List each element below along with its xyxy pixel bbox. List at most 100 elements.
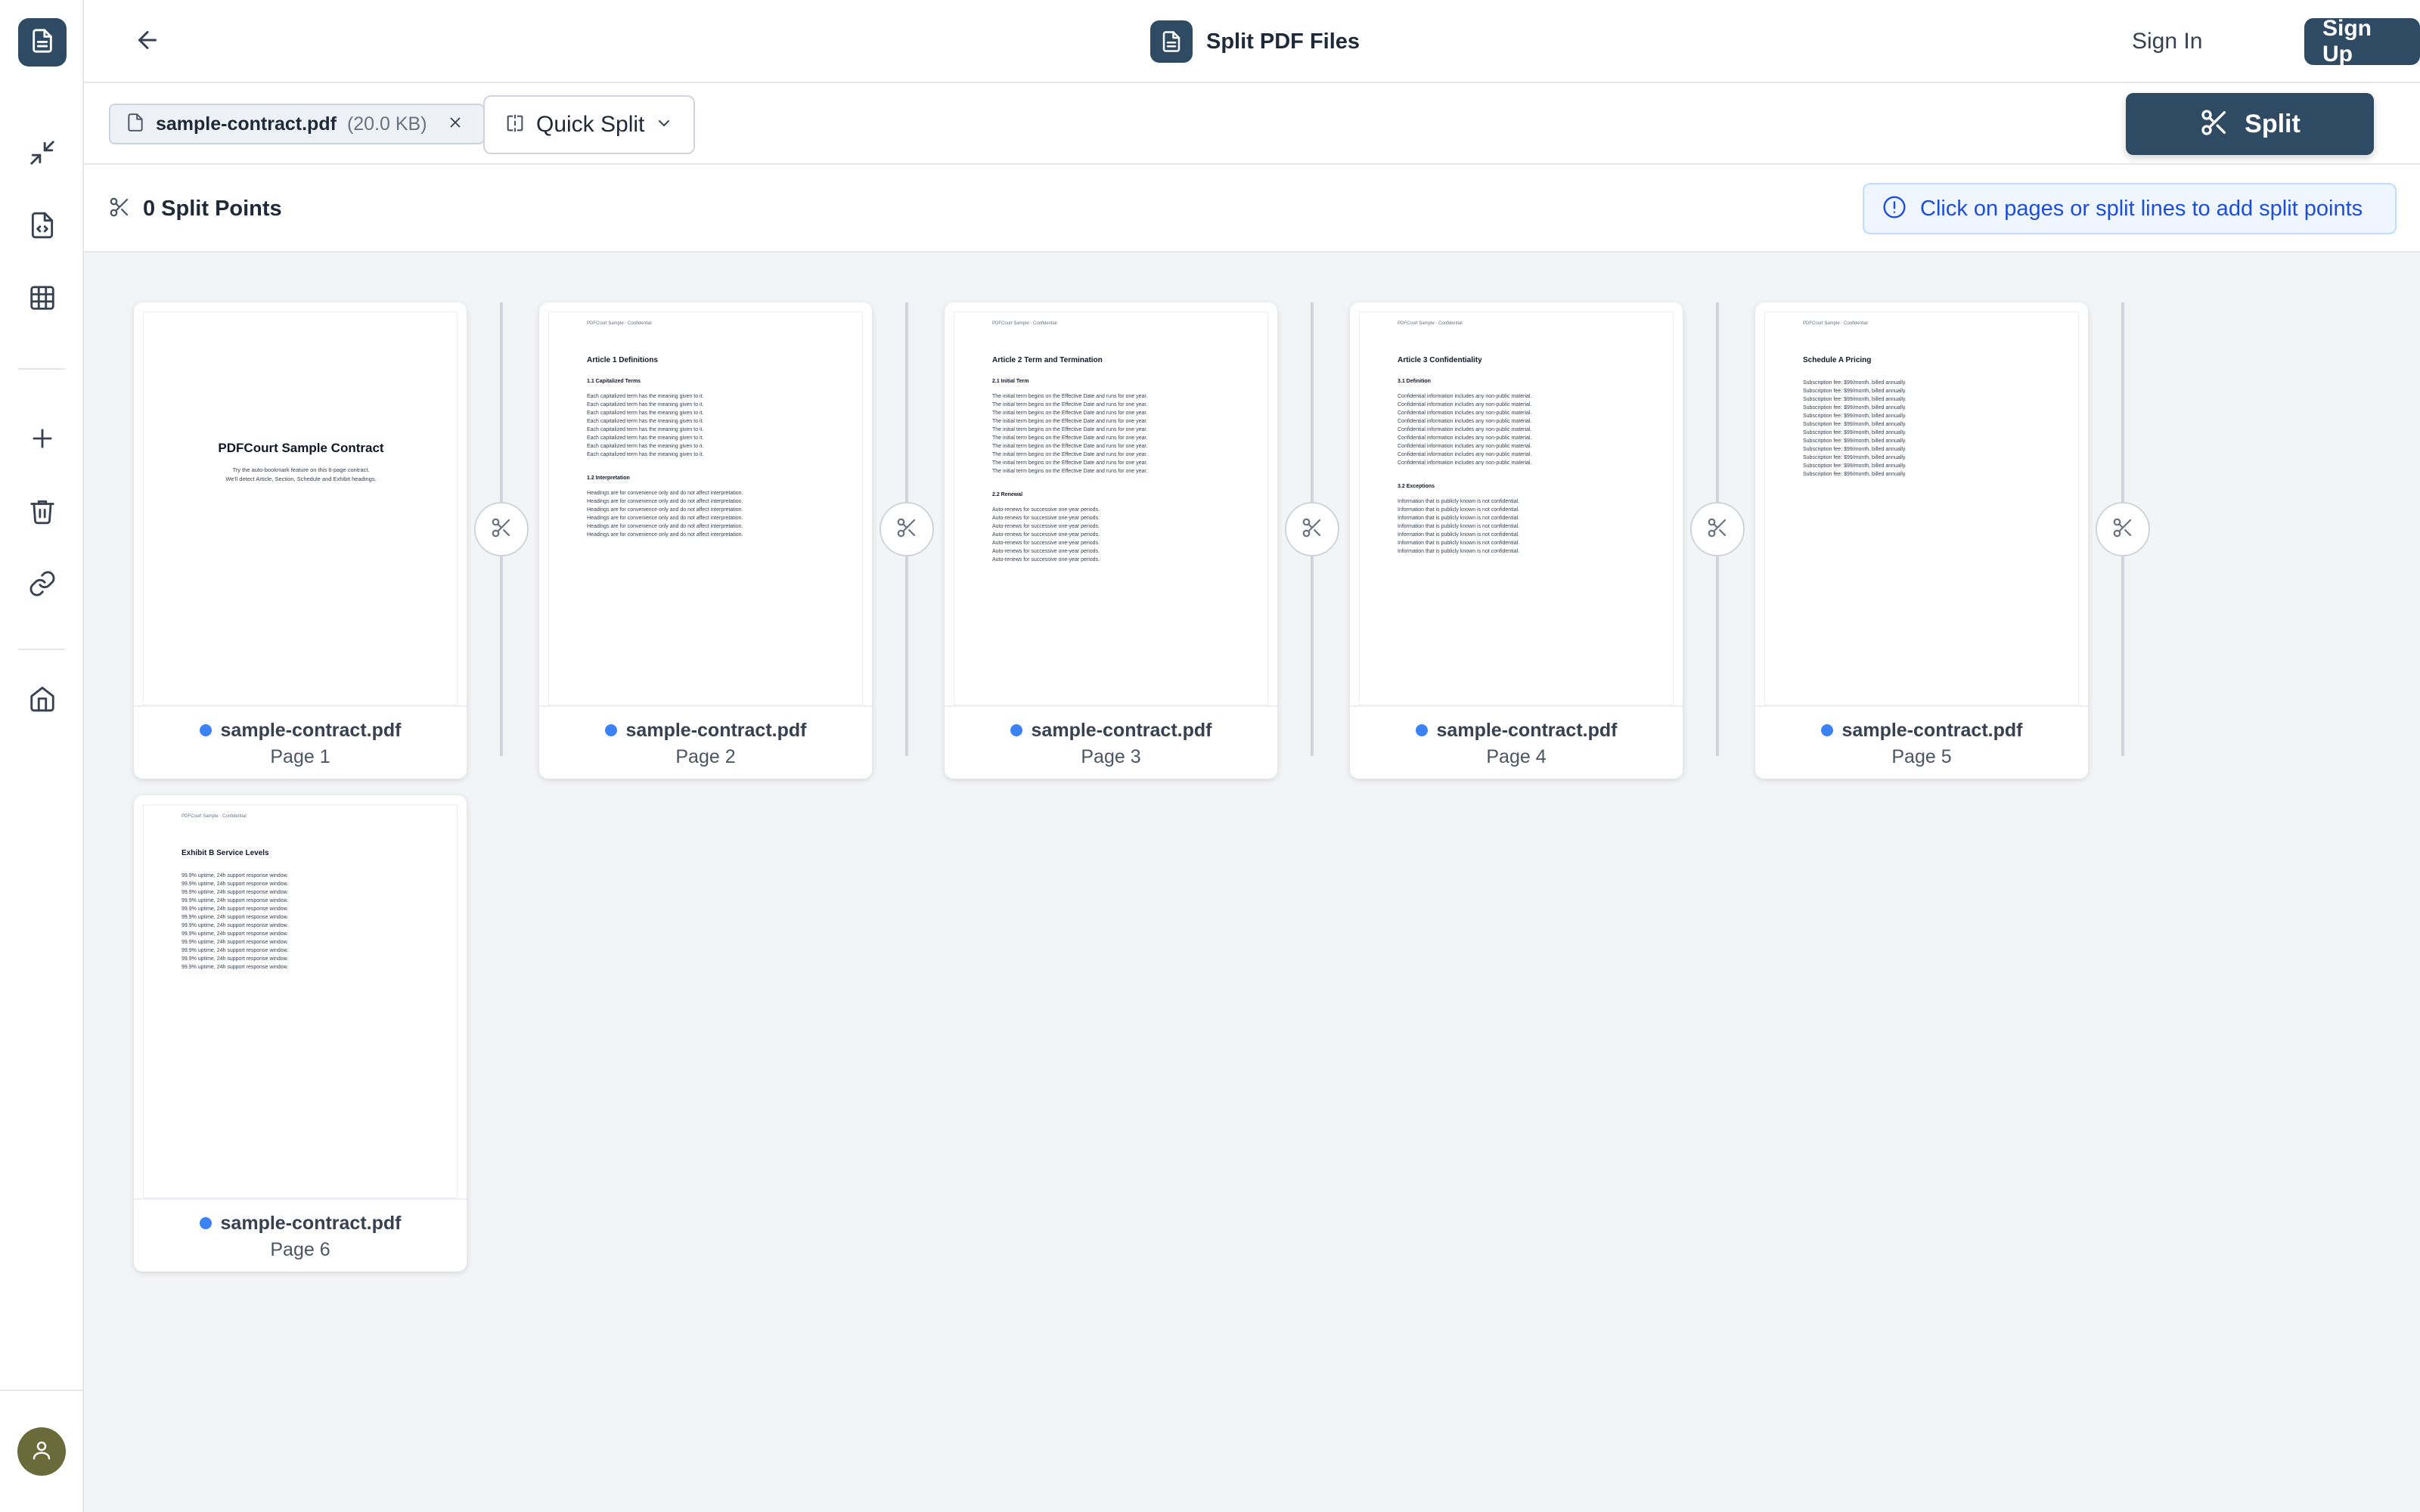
page-number-label: Page 3 xyxy=(1081,746,1141,767)
page-thumbnail: PDFCourt Sample · Confidential Article 2 … xyxy=(954,311,1268,705)
file-color-dot xyxy=(1010,724,1022,736)
split-button[interactable]: Split xyxy=(2126,93,2374,155)
page-card-footer: sample-contract.pdf Page 4 xyxy=(1350,705,1683,779)
thumbnail-text: Headings are for convenience only and do… xyxy=(587,491,743,538)
thumbnail-text: The initial term begins on the Effective… xyxy=(992,394,1148,474)
thumbnail-text: Try the auto-bookmark feature on this 6-… xyxy=(225,466,377,482)
page-card-footer: sample-contract.pdf Page 3 xyxy=(945,705,1277,779)
compress-tool-button[interactable] xyxy=(21,133,64,175)
page-card[interactable]: PDFCourt Sample Contract Try the auto-boo… xyxy=(134,302,467,779)
sign-up-button[interactable]: Sign Up xyxy=(2304,16,2420,67)
thumbnail-header: PDFCourt Sample · Confidential xyxy=(587,321,652,326)
thumbnail-section-title: 2.1 Initial Term xyxy=(992,379,1029,384)
chevron-down-icon xyxy=(655,114,673,136)
delete-button[interactable] xyxy=(21,491,64,534)
file-name: sample-contract.pdf xyxy=(156,113,337,135)
thumbnail-text: 99.9% uptime, 24h support response windo… xyxy=(182,873,289,970)
split-mode-dropdown[interactable]: Quick Split xyxy=(483,95,695,154)
add-split-point-button[interactable] xyxy=(1690,502,1745,556)
page-number-label: Page 5 xyxy=(1891,746,1952,767)
page-file-row: sample-contract.pdf xyxy=(134,1210,467,1236)
link-icon xyxy=(28,569,57,602)
add-button[interactable] xyxy=(21,419,64,461)
page-file-name: sample-contract.pdf xyxy=(625,719,807,741)
sidebar xyxy=(0,0,84,1512)
thumbnail-text: Subscription fee: $99/month, billed annu… xyxy=(1803,380,1907,477)
home-icon xyxy=(28,684,57,717)
hint-banner: Click on pages or split lines to add spl… xyxy=(1863,183,2397,234)
file-icon xyxy=(126,113,145,136)
thumbnail-text: Confidential information includes any no… xyxy=(1398,394,1532,466)
page-file-name: sample-contract.pdf xyxy=(1436,719,1618,741)
document-icon xyxy=(29,28,55,57)
page-number-label: Page 1 xyxy=(270,746,330,767)
page-thumbnail: PDFCourt Sample · Confidential Exhibit B … xyxy=(143,804,458,1198)
link-button[interactable] xyxy=(21,564,64,606)
thumbnail-section-title: 1.2 Interpretation xyxy=(587,476,630,481)
split-points-label: 0 Split Points xyxy=(143,196,282,221)
split-mode-label: Quick Split xyxy=(536,112,645,137)
file-color-dot xyxy=(1415,724,1428,736)
hint-text: Click on pages or split lines to add spl… xyxy=(1920,196,2363,221)
file-toolbar: sample-contract.pdf (20.0 KB) Quick Spli… xyxy=(84,83,2420,165)
page-file-row: sample-contract.pdf xyxy=(1755,717,2088,743)
sign-in-button[interactable]: Sign In xyxy=(2118,18,2216,65)
page-card-footer: sample-contract.pdf Page 1 xyxy=(134,705,467,779)
file-color-dot xyxy=(604,724,617,736)
page-card[interactable]: PDFCourt Sample · Confidential Article 1 … xyxy=(539,302,872,779)
arrow-left-icon xyxy=(134,26,161,57)
page-title: Split PDF Files xyxy=(1206,29,1360,54)
thumbnail-section-title: 3.2 Exceptions xyxy=(1398,484,1435,489)
page-number-label: Page 6 xyxy=(270,1239,330,1260)
thumbnail-header: PDFCourt Sample · Confidential xyxy=(1398,321,1463,326)
sidebar-divider xyxy=(0,1390,84,1391)
thumbnail-header: PDFCourt Sample · Confidential xyxy=(182,814,247,819)
plus-icon xyxy=(28,424,57,457)
thumbnail-heading: Article 3 Confidentiality xyxy=(1398,356,1482,364)
add-split-point-button[interactable] xyxy=(880,502,934,556)
page-number-label: Page 4 xyxy=(1486,746,1547,767)
thumbnail-heading: Article 1 Definitions xyxy=(587,356,658,364)
page-file-row: sample-contract.pdf xyxy=(1350,717,1683,743)
thumbnail-heading: Exhibit B Service Levels xyxy=(182,849,269,857)
file-color-dot xyxy=(1820,724,1833,736)
add-split-point-button[interactable] xyxy=(474,502,529,556)
minimize-arrows-icon xyxy=(28,138,57,171)
home-button[interactable] xyxy=(21,679,64,721)
file-chip[interactable]: sample-contract.pdf (20.0 KB) xyxy=(109,104,485,144)
thumbnail-text: Information that is publicly known is no… xyxy=(1398,499,1520,554)
page-title-group: Split PDF Files xyxy=(1150,20,1360,63)
page-number-label: Page 2 xyxy=(675,746,736,767)
split-button-label: Split xyxy=(2245,109,2301,138)
page-card[interactable]: PDFCourt Sample · Confidential Article 2 … xyxy=(945,302,1277,779)
file-color-dot xyxy=(199,724,212,736)
thumbnail-heading: Article 2 Term and Termination xyxy=(992,356,1103,364)
info-icon xyxy=(1882,195,1907,223)
page-card[interactable]: PDFCourt Sample · Confidential Article 3 … xyxy=(1350,302,1683,779)
back-button[interactable] xyxy=(126,20,169,63)
app-logo[interactable] xyxy=(18,18,67,67)
scissors-icon xyxy=(1706,516,1729,543)
table-tool-button[interactable] xyxy=(21,278,64,321)
page-card[interactable]: PDFCourt Sample · Confidential Exhibit B … xyxy=(134,795,467,1272)
add-split-point-button[interactable] xyxy=(1285,502,1339,556)
page-card[interactable]: PDFCourt Sample · Confidential Schedule A… xyxy=(1755,302,2088,779)
scissors-icon xyxy=(490,516,513,543)
top-header: Split PDF Files Sign In Sign Up xyxy=(84,0,2420,83)
remove-file-button[interactable] xyxy=(444,113,467,135)
add-split-point-button[interactable] xyxy=(2096,502,2150,556)
user-icon xyxy=(30,1439,53,1465)
table-grid-icon xyxy=(28,284,57,316)
page-thumbnail: PDFCourt Sample · Confidential Article 1 … xyxy=(548,311,863,705)
page-thumbnail: PDFCourt Sample · Confidential Article 3 … xyxy=(1359,311,1674,705)
thumbnail-title: PDFCourt Sample Contract xyxy=(218,441,384,455)
file-color-dot xyxy=(199,1217,212,1229)
scissors-icon xyxy=(108,196,131,222)
scissors-icon xyxy=(2199,107,2229,141)
file-code-icon xyxy=(28,211,57,243)
page-card-footer: sample-contract.pdf Page 5 xyxy=(1755,705,2088,779)
thumbnail-text: Auto-renews for successive one-year peri… xyxy=(992,507,1100,562)
user-avatar[interactable] xyxy=(17,1427,66,1476)
file-code-tool-button[interactable] xyxy=(21,206,64,248)
page-thumbnail: PDFCourt Sample · Confidential Schedule A… xyxy=(1764,311,2079,705)
